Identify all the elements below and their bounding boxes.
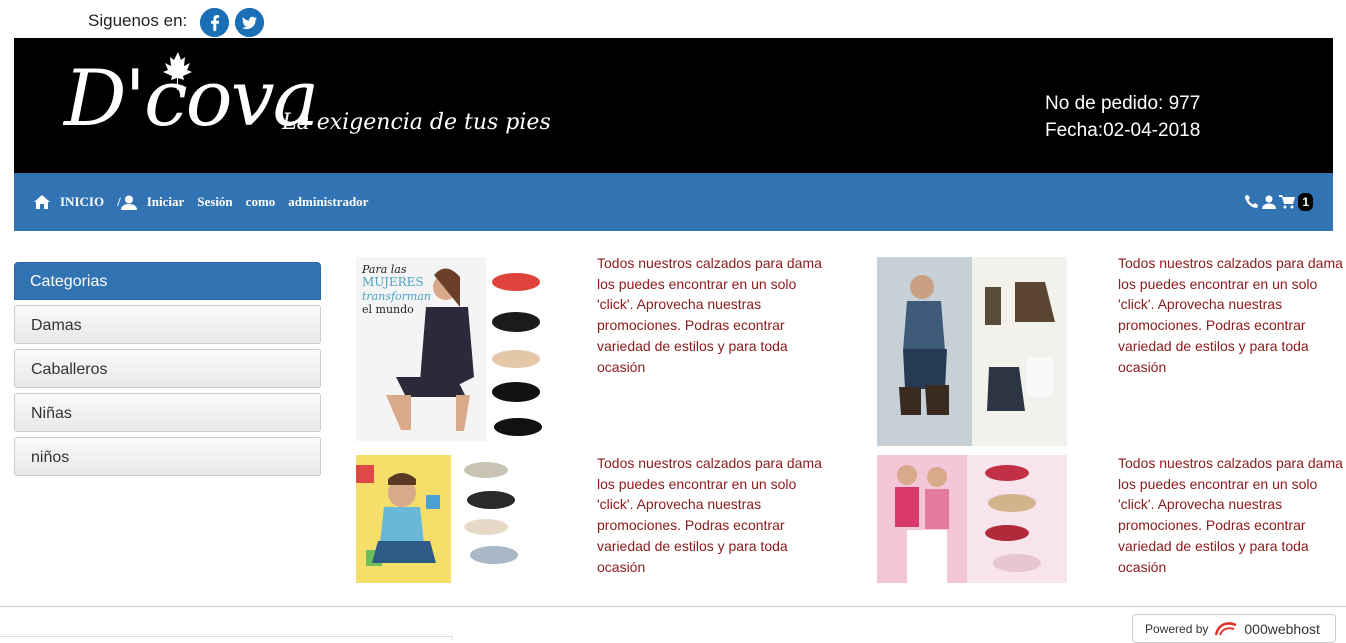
- product-description: Todos nuestros calzados para dama los pu…: [1118, 455, 1343, 575]
- cart-count-badge[interactable]: 1: [1298, 193, 1313, 211]
- product-description: Todos nuestros calzados para dama los pu…: [597, 255, 822, 375]
- order-date: Fecha:02-04-2018: [1045, 120, 1201, 141]
- svg-text:el mundo: el mundo: [362, 303, 414, 316]
- powered-by-brand: 000webhost: [1244, 620, 1320, 637]
- order-info: No de pedido: 977 Fecha:02-04-2018: [1045, 90, 1200, 144]
- category-sidebar: Categorias Damas Caballeros Niñas niños: [14, 262, 321, 476]
- top-bar: Siguenos en:: [0, 0, 1346, 38]
- phone-icon[interactable]: [1245, 195, 1259, 209]
- order-number: No de pedido: 977: [1045, 93, 1201, 114]
- product-image-women[interactable]: Para las MUJERES transforman el mundo: [356, 257, 546, 441]
- twitter-icon[interactable]: [235, 8, 264, 37]
- bottom-strip: [0, 636, 453, 641]
- nav-admin-login-link[interactable]: Iniciar Sesión como administrador: [120, 194, 382, 210]
- product-description: Todos nuestros calzados para dama los pu…: [597, 455, 822, 575]
- brand-tagline: La exigencia de tus pies: [282, 110, 551, 135]
- product-image-girls[interactable]: [877, 455, 1067, 583]
- svg-text:MUJERES: MUJERES: [362, 275, 424, 289]
- category-item-ninas[interactable]: Niñas: [14, 393, 321, 432]
- follow-label: Siguenos en:: [88, 11, 188, 30]
- nav-home-label: INICIO: [60, 194, 105, 209]
- facebook-icon[interactable]: [200, 8, 229, 37]
- category-header: Categorias: [14, 262, 321, 300]
- category-item-damas[interactable]: Damas: [14, 305, 321, 344]
- user-account-icon[interactable]: [1262, 195, 1277, 209]
- header-banner: D'cova La exigencia de tus pies No de pe…: [14, 38, 1333, 173]
- product-image-boys[interactable]: [356, 455, 546, 583]
- nav-login-word: Iniciar: [146, 194, 185, 209]
- user-icon: [120, 195, 137, 210]
- main-navbar: INICIO / Iniciar Sesión como administrad…: [14, 173, 1333, 231]
- nav-home-link[interactable]: INICIO: [34, 194, 117, 210]
- cart-icon[interactable]: [1279, 195, 1296, 209]
- product-description: Todos nuestros calzados para dama los pu…: [1118, 255, 1343, 375]
- category-item-ninos[interactable]: niños: [14, 437, 321, 476]
- category-item-caballeros[interactable]: Caballeros: [14, 349, 321, 388]
- webhost-logo-icon: [1215, 621, 1237, 635]
- home-icon: [34, 195, 50, 209]
- product-image-men[interactable]: [877, 257, 1067, 446]
- nav-login-word: Sesión: [197, 194, 233, 209]
- footer-divider: [0, 606, 1346, 607]
- brand-logo-text: D'cova: [64, 54, 319, 144]
- powered-by-badge[interactable]: Powered by 000webhost: [1132, 614, 1336, 643]
- powered-by-label: Powered by: [1145, 621, 1209, 636]
- svg-text:transforman: transforman: [362, 290, 431, 303]
- nav-login-word: como: [245, 194, 276, 209]
- nav-login-word: administrador: [288, 194, 369, 209]
